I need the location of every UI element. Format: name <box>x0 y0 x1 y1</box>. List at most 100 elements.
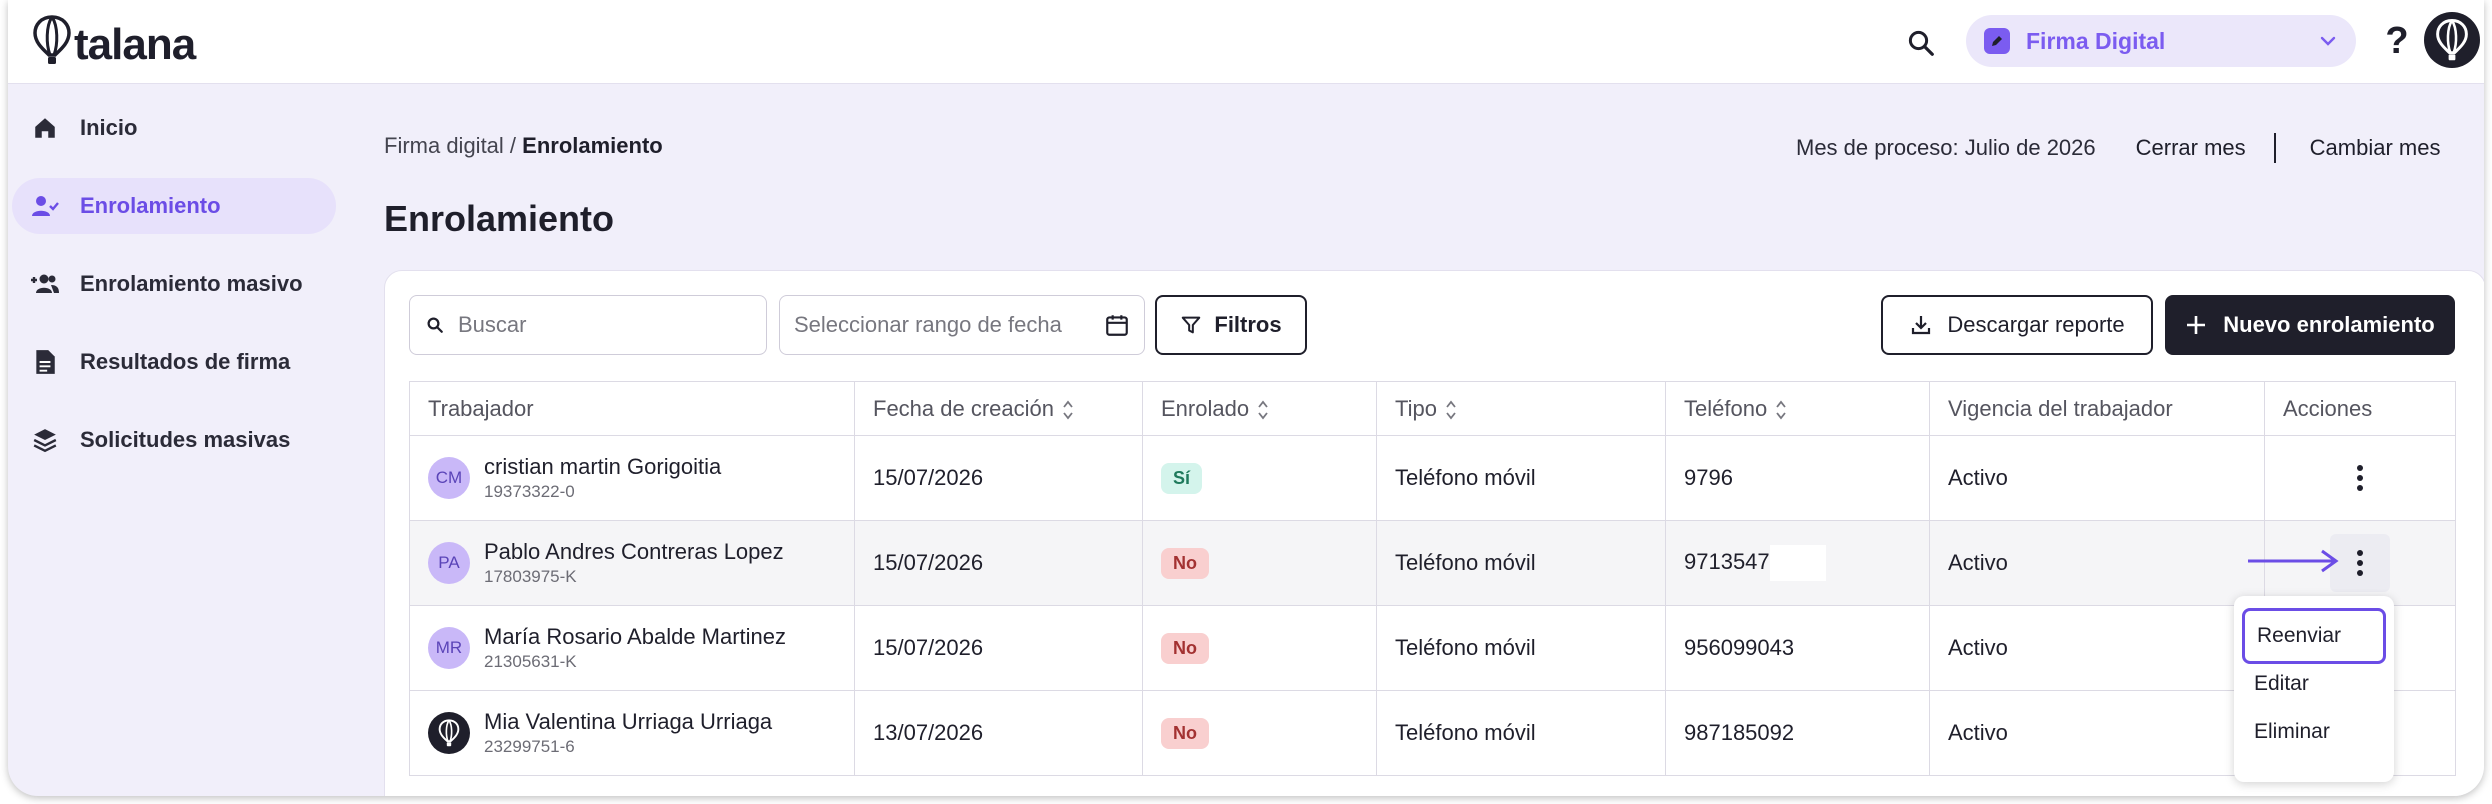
phone-value: 9796 <box>1684 465 1733 490</box>
sidebar-item-label: Enrolamiento masivo <box>80 271 303 296</box>
creation-date-cell: 15/07/2026 <box>854 435 1143 521</box>
sidebar-item-inicio[interactable]: Inicio <box>12 100 336 156</box>
user-check-icon <box>28 189 62 223</box>
table-row[interactable]: PA Pablo Andres Contreras Lopez 17803975-… <box>409 520 2456 606</box>
type-cell: Teléfono móvil <box>1376 435 1666 521</box>
column-header-fecha[interactable]: Fecha de creación <box>854 381 1143 436</box>
avatar: MR <box>428 627 470 669</box>
column-header-enrolado[interactable]: Enrolado <box>1142 381 1377 436</box>
phone-cell: 987185092 <box>1665 690 1930 776</box>
worker-status-cell: Activo <box>1929 690 2265 776</box>
calendar-icon[interactable] <box>1104 312 1130 338</box>
sidebar: Inicio Enrolamiento Enrolamiento masivo … <box>8 100 344 490</box>
table-row[interactable]: Mia Valentina Urriaga Urriaga 23299751-6 … <box>409 690 2456 776</box>
worker-rut: 21305631-K <box>484 652 577 671</box>
type-cell: Teléfono móvil <box>1376 520 1666 606</box>
sidebar-item-resultados-de-firma[interactable]: Resultados de firma <box>12 334 336 390</box>
table-header-row: Trabajador Fecha de creación Enrolado Ti… <box>409 381 2456 436</box>
menu-item-editar[interactable]: Editar <box>2234 660 2394 708</box>
status-badge: No <box>1161 717 1209 749</box>
module-selector[interactable]: Firma Digital <box>1966 15 2356 67</box>
pen-icon <box>1984 28 2010 54</box>
worker-rut: 23299751-6 <box>484 737 575 756</box>
page-title: Enrolamiento <box>384 198 615 239</box>
breadcrumb: Firma digital / Enrolamiento <box>384 133 663 159</box>
sidebar-item-label: Solicitudes masivas <box>80 427 291 452</box>
filters-button[interactable]: Filtros <box>1155 295 1307 355</box>
divider <box>2273 133 2276 163</box>
date-range-field[interactable]: Seleccionar rango de fecha <box>779 295 1145 355</box>
close-month-link[interactable]: Cerrar mes <box>2136 135 2246 161</box>
column-header-telefono[interactable]: Teléfono <box>1665 381 1930 436</box>
search-icon <box>1908 30 1934 56</box>
module-selector-label: Firma Digital <box>2026 27 2166 54</box>
enrolled-cell: No <box>1142 520 1377 606</box>
table-row[interactable]: CM cristian martin Gorigoitia 19373322-0 … <box>409 435 2456 521</box>
search-icon <box>427 317 443 333</box>
date-range-placeholder: Seleccionar rango de fecha <box>794 312 1062 337</box>
help-button[interactable]: ? <box>2374 16 2420 66</box>
worker-name: María Rosario Abalde Martinez <box>484 624 787 649</box>
enrollment-card: Seleccionar rango de fecha Filtros Desca… <box>384 270 2484 796</box>
search-input[interactable] <box>458 312 748 338</box>
more-vertical-icon <box>2357 550 2363 576</box>
download-report-button[interactable]: Descargar reporte <box>1881 295 2153 355</box>
balloon-logo-icon <box>33 15 71 64</box>
document-icon <box>28 345 62 379</box>
new-enrollment-button[interactable]: Nuevo enrolamiento <box>2165 295 2455 355</box>
top-bar: talana Firma Digital ? <box>8 0 2484 84</box>
download-report-label: Descargar reporte <box>1947 312 2125 337</box>
redaction-mask <box>1769 545 1826 581</box>
table-row[interactable]: MR María Rosario Abalde Martinez 21305631… <box>409 605 2456 691</box>
sidebar-item-label: Resultados de firma <box>80 349 291 374</box>
logo-wordmark: talana <box>74 20 196 69</box>
worker-cell: PA Pablo Andres Contreras Lopez 17803975-… <box>409 520 855 606</box>
user-avatar[interactable] <box>2424 12 2480 68</box>
type-cell: Teléfono móvil <box>1376 690 1666 776</box>
logo[interactable]: talana <box>32 10 196 70</box>
menu-item-reenviar[interactable]: Reenviar <box>2242 608 2386 664</box>
balloon-avatar-icon <box>438 719 460 747</box>
enrollment-table: Trabajador Fecha de creación Enrolado Ti… <box>409 381 2456 776</box>
phone-cell: 9796 <box>1665 435 1930 521</box>
creation-date-cell: 13/07/2026 <box>854 690 1143 776</box>
sort-icon[interactable] <box>1445 399 1457 421</box>
search-field[interactable] <box>409 295 767 355</box>
change-month-link[interactable]: Cambiar mes <box>2310 135 2441 161</box>
avatar: CM <box>428 457 470 499</box>
sort-icon[interactable] <box>1775 399 1787 421</box>
enrolled-cell: No <box>1142 690 1377 776</box>
more-vertical-icon <box>2357 465 2363 491</box>
worker-name: Pablo Andres Contreras Lopez <box>484 539 784 564</box>
worker-status-cell: Activo <box>1929 435 2265 521</box>
layers-icon <box>28 423 62 457</box>
global-search-button[interactable] <box>1898 20 1944 66</box>
status-badge: No <box>1161 547 1209 579</box>
sidebar-item-solicitudes-masivas[interactable]: Solicitudes masivas <box>12 412 336 468</box>
sort-icon[interactable] <box>1062 399 1074 421</box>
breadcrumb-separator: / <box>503 133 523 158</box>
breadcrumb-parent[interactable]: Firma digital <box>384 133 504 158</box>
app-window: talana Firma Digital ? Inicio Enrolamien… <box>8 0 2484 796</box>
phone-value: 9713547 <box>1684 548 1770 574</box>
balloon-avatar-icon <box>2436 19 2468 61</box>
menu-item-eliminar[interactable]: Eliminar <box>2234 708 2394 756</box>
more-actions-button[interactable] <box>2343 456 2377 500</box>
sort-icon[interactable] <box>1257 399 1269 421</box>
process-month-text: Mes de proceso: Julio de 2026 <box>1796 135 2096 160</box>
sidebar-item-enrolamiento-masivo[interactable]: Enrolamiento masivo <box>12 256 336 312</box>
creation-date-cell: 15/07/2026 <box>854 520 1143 606</box>
enrolled-cell: Sí <box>1142 435 1377 521</box>
worker-name: Mia Valentina Urriaga Urriaga <box>484 709 773 734</box>
sidebar-item-enrolamiento[interactable]: Enrolamiento <box>12 178 336 234</box>
column-header-tipo[interactable]: Tipo <box>1376 381 1666 436</box>
phone-value: 987185092 <box>1684 720 1795 745</box>
status-badge: Sí <box>1161 462 1203 494</box>
creation-date-cell: 15/07/2026 <box>854 605 1143 691</box>
worker-name: cristian martin Gorigoitia <box>484 454 722 479</box>
breadcrumb-current: Enrolamiento <box>522 133 663 158</box>
worker-cell: MR María Rosario Abalde Martinez 21305631… <box>409 605 855 691</box>
worker-rut: 17803975-K <box>484 567 577 586</box>
download-icon <box>1912 316 1931 335</box>
arrow-right-icon <box>2248 549 2339 573</box>
